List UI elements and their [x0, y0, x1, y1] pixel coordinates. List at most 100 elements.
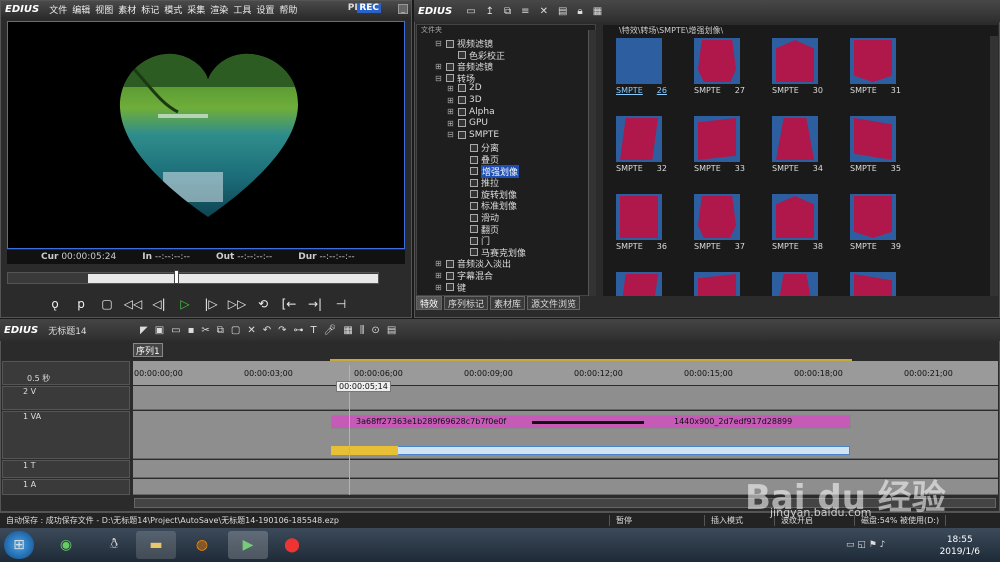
- paste-icon[interactable]: ▢: [231, 325, 240, 336]
- menu-item-6[interactable]: 采集: [187, 6, 205, 16]
- browser-tab[interactable]: 序列标记: [444, 296, 489, 310]
- track-2v[interactable]: [133, 386, 998, 410]
- menu-item-5[interactable]: 模式: [164, 6, 182, 16]
- browser-tab[interactable]: 特效: [416, 296, 443, 310]
- step-forward-icon[interactable]: |▷: [202, 295, 220, 313]
- explorer-app-icon[interactable]: ▬: [136, 531, 176, 559]
- audio-clip[interactable]: [331, 446, 850, 455]
- set-in-icon[interactable]: ǫ: [46, 295, 64, 313]
- copy-icon[interactable]: ⧉: [504, 6, 511, 17]
- browser-tab[interactable]: 素材库: [490, 296, 526, 310]
- transition-thumbnail[interactable]: [694, 38, 740, 84]
- transition-thumbnail[interactable]: [772, 116, 818, 162]
- recorder-app-icon[interactable]: ⬤: [272, 531, 312, 559]
- up-folder-icon[interactable]: ↥: [486, 6, 494, 17]
- expand-icon[interactable]: ⊞: [447, 96, 455, 105]
- zoom-control[interactable]: 0.5 秒: [2, 361, 130, 385]
- thumbnail-label[interactable]: SMPTE 37: [694, 242, 745, 251]
- system-clock[interactable]: 18:55 2019/1/6: [940, 534, 980, 558]
- transition-thumbnail[interactable]: [850, 116, 896, 162]
- redo-icon[interactable]: ↷: [278, 325, 286, 336]
- thumbnail-label[interactable]: SMPTE 35: [850, 164, 901, 173]
- expand-icon[interactable]: ⊟: [435, 74, 443, 83]
- loop-icon[interactable]: ⟲: [254, 295, 272, 313]
- expand-icon[interactable]: ⊞: [435, 259, 443, 268]
- track-header[interactable]: 1 T: [2, 460, 130, 478]
- transition-thumbnail[interactable]: [616, 116, 662, 162]
- thumbnail-label[interactable]: SMPTE 32: [616, 164, 667, 173]
- open-icon[interactable]: ▭: [171, 325, 180, 336]
- new-sequence-icon[interactable]: ◤: [140, 325, 148, 336]
- browser-tab[interactable]: 源文件浏览: [527, 296, 581, 310]
- thumbnail-label[interactable]: SMPTE 30: [772, 86, 823, 95]
- mixer-icon[interactable]: ⫼: [360, 325, 365, 336]
- save-icon[interactable]: ▪: [188, 325, 195, 336]
- time-ruler[interactable]: 00:00:00;00 00:00:03;00 00:00:06;00 00:00:0…: [133, 361, 998, 385]
- mic-icon[interactable]: 🎤︎: [324, 325, 337, 336]
- track-header[interactable]: 1 VA: [2, 411, 130, 459]
- sequence-tab[interactable]: 序列1: [133, 343, 163, 357]
- start-button[interactable]: ⊞: [4, 531, 34, 559]
- thumbnail-label[interactable]: SMPTE 26: [616, 86, 667, 95]
- properties-icon[interactable]: ▤: [558, 6, 567, 17]
- copy-clip-icon[interactable]: ⧉: [217, 325, 224, 336]
- transition-thumbnail[interactable]: [850, 272, 896, 296]
- set-out-icon[interactable]: p: [72, 295, 90, 313]
- expand-icon[interactable]: ⊟: [435, 39, 443, 48]
- expand-icon[interactable]: ⊞: [435, 62, 443, 71]
- grid-icon[interactable]: ▦: [593, 6, 602, 17]
- transition-thumbnail[interactable]: [616, 38, 662, 84]
- edius-app-icon[interactable]: ▶: [228, 531, 268, 559]
- menu-item-2[interactable]: 视图: [95, 6, 113, 16]
- tree-scrollbar[interactable]: [588, 30, 596, 296]
- thumbnail-label[interactable]: SMPTE 36: [616, 242, 667, 251]
- step-back-icon[interactable]: ◁|: [150, 295, 168, 313]
- tree-item[interactable]: ⊞ 键: [435, 281, 466, 294]
- menu-item-0[interactable]: 文件: [49, 6, 67, 16]
- stop-icon[interactable]: ▢: [98, 295, 116, 313]
- expand-icon[interactable]: ⊞: [447, 107, 455, 116]
- transition-thumbnail[interactable]: [616, 194, 662, 240]
- tray-icons[interactable]: ▭ ◱ ⚑ ♪: [846, 540, 885, 550]
- menu-item-3[interactable]: 素材: [118, 6, 136, 16]
- thumbnail-label[interactable]: SMPTE 39: [850, 242, 901, 251]
- rewind-icon[interactable]: ◁◁: [124, 295, 142, 313]
- cut-icon[interactable]: ✂: [201, 325, 209, 336]
- menu-item-9[interactable]: 设置: [256, 6, 274, 16]
- expand-icon[interactable]: ⊞: [435, 283, 443, 292]
- video-clip[interactable]: 3a68ff27363e1b289f69628c7b7f0e0f 1440x90…: [331, 415, 851, 429]
- minimize-icon[interactable]: _: [398, 4, 408, 14]
- track-header[interactable]: 1 A: [2, 479, 130, 495]
- transition-thumbnail[interactable]: [850, 194, 896, 240]
- transition-thumbnail[interactable]: [772, 38, 818, 84]
- thumbnail-label[interactable]: SMPTE 33: [694, 164, 745, 173]
- menu-item-10[interactable]: 帮助: [279, 6, 297, 16]
- tree-item[interactable]: ⊞ GPU: [447, 118, 488, 128]
- play-icon[interactable]: ▷: [176, 295, 194, 313]
- track-header[interactable]: 2 V: [2, 386, 130, 410]
- layout-icon[interactable]: ▤: [387, 325, 396, 336]
- thumbnail-scrollbar[interactable]: [990, 36, 998, 296]
- menu-item-4[interactable]: 标记: [141, 6, 159, 16]
- browser-app-icon[interactable]: ◉: [46, 531, 86, 559]
- view-icon[interactable]: ≡: [521, 6, 529, 17]
- firefox-app-icon[interactable]: ◍: [182, 531, 222, 559]
- undo-icon[interactable]: ↶: [263, 325, 271, 336]
- delete-icon[interactable]: ✕: [540, 6, 548, 17]
- thumbnail-label[interactable]: SMPTE 38: [772, 242, 823, 251]
- transition-thumbnail[interactable]: [616, 272, 662, 296]
- rec-label[interactable]: REC: [357, 3, 381, 13]
- tree-item[interactable]: ⊟ SMPTE: [447, 130, 499, 140]
- transition-thumbnail[interactable]: [772, 272, 818, 296]
- tree-item[interactable]: ⊞ 3D: [447, 95, 482, 105]
- tree-item[interactable]: ⊞ 2D: [447, 83, 482, 93]
- render-icon[interactable]: ▦: [343, 325, 352, 336]
- thumbnail-label[interactable]: SMPTE 31: [850, 86, 901, 95]
- trim-icon[interactable]: ⊣: [332, 295, 350, 313]
- transition-thumbnail[interactable]: [694, 116, 740, 162]
- delete-clip-icon[interactable]: ✕: [247, 325, 255, 336]
- menu-item-1[interactable]: 编辑: [72, 6, 90, 16]
- expand-icon[interactable]: ⊟: [447, 130, 455, 139]
- thumbnail-label[interactable]: SMPTE 27: [694, 86, 745, 95]
- qq-app-icon[interactable]: 🐧︎: [94, 531, 134, 559]
